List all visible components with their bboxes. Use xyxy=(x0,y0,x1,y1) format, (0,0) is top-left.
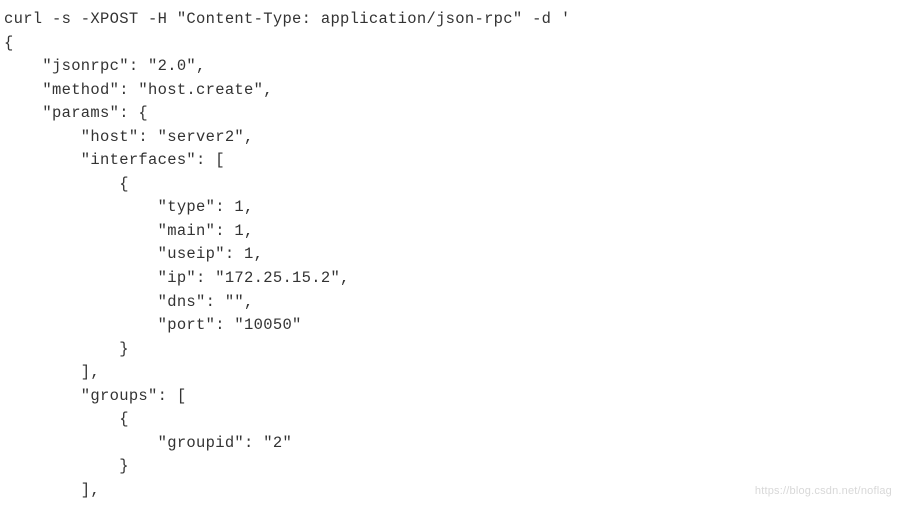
code-line: "jsonrpc": "2.0", xyxy=(4,57,206,75)
code-line: "host": "server2", xyxy=(4,128,254,146)
code-block: curl -s -XPOST -H "Content-Type: applica… xyxy=(0,0,900,510)
code-line: { xyxy=(4,410,129,428)
code-line: "ip": "172.25.15.2", xyxy=(4,269,350,287)
code-line: curl -s -XPOST -H "Content-Type: applica… xyxy=(4,10,571,28)
code-line: } xyxy=(4,340,129,358)
code-line: { xyxy=(4,175,129,193)
code-line: } xyxy=(4,457,129,475)
code-line: ], xyxy=(4,363,100,381)
code-line: "groupid": "2" xyxy=(4,434,292,452)
code-line: "params": { xyxy=(4,104,148,122)
watermark-text: https://blog.csdn.net/noflag xyxy=(755,485,892,497)
code-line: "interfaces": [ xyxy=(4,151,225,169)
code-line: "port": "10050" xyxy=(4,316,302,334)
code-line: "useip": 1, xyxy=(4,245,263,263)
code-line: "main": 1, xyxy=(4,222,254,240)
code-line: "type": 1, xyxy=(4,198,254,216)
code-line: "dns": "", xyxy=(4,293,254,311)
code-line: "groups": [ xyxy=(4,387,186,405)
code-line: "method": "host.create", xyxy=(4,81,273,99)
code-line: ], xyxy=(4,481,100,499)
code-line: { xyxy=(4,34,14,52)
